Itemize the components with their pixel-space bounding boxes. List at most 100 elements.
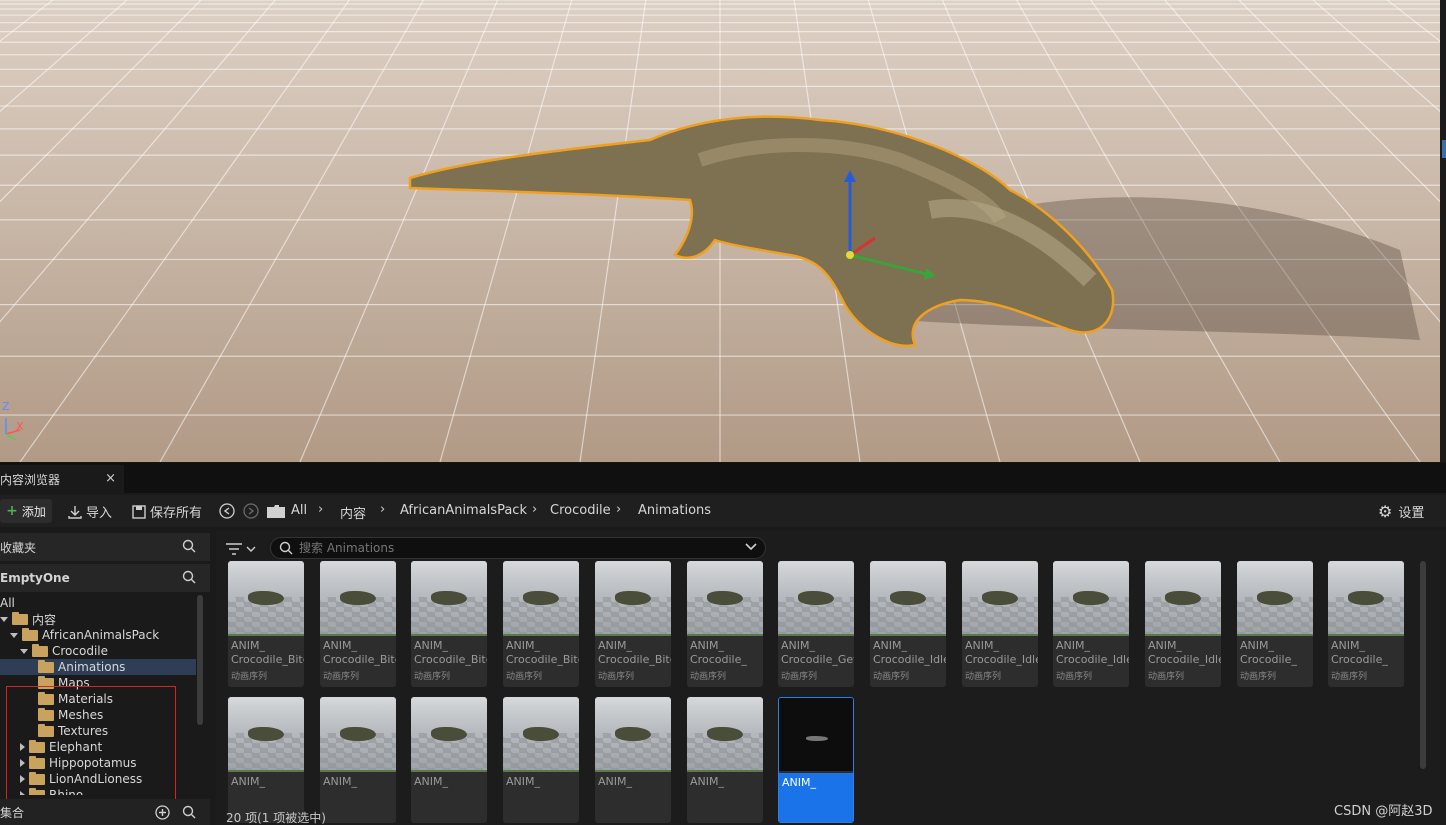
breadcrumb-chevron-icon: › — [380, 502, 386, 517]
asset-tile[interactable]: ANIM_ — [778, 697, 854, 823]
project-header[interactable]: EmptyOne — [0, 564, 210, 592]
axis-indicator: Z X — [0, 398, 40, 448]
tree-item[interactable]: AfricanAnimalsPack — [0, 627, 196, 643]
watermark: CSDN @阿赵3D — [1334, 804, 1433, 819]
asset-name: ANIM_ — [323, 639, 357, 652]
add-circle-icon[interactable] — [155, 805, 170, 820]
favorites-header[interactable]: 收藏夹 — [0, 533, 210, 561]
asset-thumbnail — [687, 561, 763, 634]
asset-tile[interactable]: ANIM_ — [503, 697, 579, 823]
settings-button[interactable]: ⚙ 设置 — [1378, 502, 1424, 521]
tree-item[interactable]: Crocodile — [0, 643, 196, 659]
tree-item[interactable]: 内容 — [0, 611, 196, 627]
asset-type-bar — [1145, 634, 1221, 636]
asset-name: Crocodile_Get — [781, 653, 854, 666]
collections-header[interactable]: 集合 — [0, 799, 210, 825]
breadcrumb-animations[interactable]: Animations — [638, 503, 711, 518]
asset-tile[interactable]: ANIM_ — [687, 697, 763, 823]
breadcrumb-content[interactable]: 内容 — [340, 503, 366, 522]
asset-tile[interactable]: ANIM_ Crocodile_Idle 动画序列 — [1053, 561, 1129, 687]
save-all-label: 保存所有 — [150, 506, 203, 521]
asset-tile[interactable]: ANIM_ Crocodile_ 动画序列 — [1328, 561, 1404, 687]
crocodile-preview — [340, 591, 376, 605]
asset-tile[interactable]: ANIM_ Crocodile_Idle 动画序列 — [870, 561, 946, 687]
close-icon[interactable]: × — [105, 471, 116, 486]
back-arrow-icon[interactable] — [219, 503, 235, 519]
tree-item[interactable]: All — [0, 595, 196, 611]
tree-scrollbar[interactable] — [197, 595, 203, 725]
import-button[interactable]: 导入 — [68, 502, 112, 521]
breadcrumb-pack[interactable]: AfricanAnimalsPack — [400, 503, 527, 518]
save-all-button[interactable]: 保存所有 — [132, 502, 202, 521]
asset-scrollbar[interactable] — [1420, 561, 1426, 769]
asset-name: ANIM_ — [1056, 639, 1090, 652]
crocodile-preview — [615, 727, 651, 741]
search-icon[interactable] — [182, 570, 196, 584]
asset-tile[interactable]: ANIM_ Crocodile_Bite 动画序列 — [595, 561, 671, 687]
asset-tile[interactable]: ANIM_ Crocodile_Idle 动画序列 — [962, 561, 1038, 687]
asset-type-label: 动画序列 — [506, 672, 543, 682]
expanded-arrow-icon[interactable] — [0, 616, 8, 622]
chevron-down-icon[interactable] — [745, 542, 757, 552]
search-icon[interactable] — [182, 805, 196, 819]
asset-tile[interactable]: ANIM_ — [320, 697, 396, 823]
asset-tile[interactable]: ANIM_ Crocodile_ 动画序列 — [1237, 561, 1313, 687]
asset-type-bar — [1053, 634, 1129, 636]
asset-name: Crocodile_ — [1240, 653, 1297, 666]
asset-name: Crocodile_Idle — [873, 653, 946, 666]
search-icon[interactable] — [182, 539, 196, 553]
filter-button[interactable] — [226, 539, 266, 559]
crocodile-preview — [890, 591, 926, 605]
level-viewport[interactable]: Z X — [0, 0, 1440, 462]
asset-thumbnail — [1328, 561, 1404, 634]
asset-tile[interactable]: ANIM_ Crocodile_Bite 动画序列 — [320, 561, 396, 687]
crocodile-preview — [615, 591, 651, 605]
asset-type-label: 动画序列 — [1148, 672, 1185, 682]
asset-type-bar — [687, 634, 763, 636]
asset-search[interactable] — [270, 537, 766, 559]
asset-tile[interactable]: ANIM_ Crocodile_Get 动画序列 — [778, 561, 854, 687]
forward-arrow-icon[interactable] — [243, 503, 259, 519]
crocodile-preview — [431, 591, 467, 605]
asset-tile[interactable]: ANIM_ Crocodile_ 动画序列 — [687, 561, 763, 687]
asset-tile[interactable]: ANIM_ — [595, 697, 671, 823]
asset-tile[interactable]: ANIM_ — [228, 697, 304, 823]
breadcrumb-crocodile[interactable]: Crocodile — [550, 503, 611, 518]
asset-tile[interactable]: ANIM_ Crocodile_Bite 动画序列 — [411, 561, 487, 687]
asset-name: ANIM_ — [231, 639, 265, 652]
tree-item-label: AfricanAnimalsPack — [42, 628, 160, 642]
crocodile-preview — [1165, 591, 1201, 605]
asset-type-label: 动画序列 — [231, 672, 268, 682]
asset-tile[interactable]: ANIM_ Crocodile_Bite 动画序列 — [503, 561, 579, 687]
asset-type-bar — [687, 770, 763, 772]
add-button[interactable]: + 添加 — [0, 499, 52, 523]
asset-tile[interactable]: ANIM_ — [411, 697, 487, 823]
edge-marker — [1442, 140, 1446, 158]
search-input[interactable] — [299, 541, 739, 555]
breadcrumb-chevron-icon: › — [616, 502, 622, 517]
save-icon — [132, 504, 146, 519]
breadcrumb-all[interactable]: All — [291, 503, 307, 518]
folder-icon[interactable] — [267, 505, 285, 518]
tree-item-label: All — [0, 596, 15, 610]
asset-thumbnail — [687, 697, 763, 770]
asset-name: ANIM_ — [873, 639, 907, 652]
asset-tile[interactable]: ANIM_ Crocodile_Bite 动画序列 — [228, 561, 304, 687]
asset-type-bar — [962, 634, 1038, 636]
import-label: 导入 — [86, 506, 113, 521]
project-label: EmptyOne — [0, 571, 70, 585]
expanded-arrow-icon[interactable] — [10, 632, 18, 638]
filter-icon — [226, 543, 242, 555]
asset-type-label: 动画序列 — [965, 672, 1002, 682]
asset-thumbnail — [503, 697, 579, 770]
asset-tile[interactable]: ANIM_ Crocodile_Idle 动画序列 — [1145, 561, 1221, 687]
sources-sidebar: 收藏夹 EmptyOne All 内容 AfricanAnimalsPack Croc… — [0, 531, 210, 825]
asset-name: ANIM_ — [414, 639, 448, 652]
asset-type-label: 动画序列 — [1240, 672, 1277, 682]
expanded-arrow-icon[interactable] — [20, 648, 28, 654]
favorites-label: 收藏夹 — [0, 540, 37, 555]
crocodile-preview — [1257, 591, 1293, 605]
asset-type-label: 动画序列 — [598, 672, 635, 682]
tree-item[interactable]: Animations — [0, 659, 196, 675]
tab-content-browser[interactable]: 内容浏览器 × — [0, 465, 124, 493]
